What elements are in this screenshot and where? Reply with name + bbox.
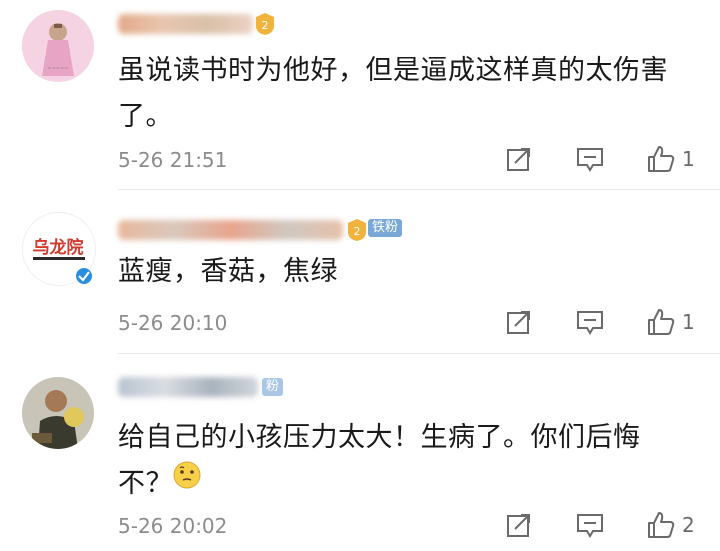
thinking-face-emoji-icon [173,461,201,489]
svg-text:2: 2 [262,19,269,32]
username-blurred[interactable] [118,14,253,34]
comment-time: 5-26 20:02 [118,514,228,538]
comment-item: 粉 给自己的小孩压力太大！生病了。你们后悔不？ 5-26 20:02 2 [0,355,720,551]
svg-text:~~~~~: ~~~~~ [48,66,69,72]
comment-icon [577,148,603,172]
svg-text:2: 2 [354,225,361,238]
like-count: 1 [682,310,695,334]
username-blurred[interactable] [118,377,258,397]
comment-icon [577,311,603,335]
reply-button[interactable] [576,147,604,173]
comment-text: 虽说读书时为他好，但是逼成这样真的太伤害了。 [118,55,668,132]
like-count: 1 [682,147,695,171]
share-button[interactable] [506,146,532,172]
fan-badge: 粉 [262,378,284,396]
level-badge-icon: 2 [256,13,274,35]
like-button[interactable]: 1 [646,307,695,337]
like-button[interactable]: 2 [646,510,695,540]
comment-item: 乌龙院 2 铁粉 蓝瘦，香菇，焦绿 5-26 20:10 1 [0,190,720,360]
share-icon [507,514,530,537]
reply-button[interactable] [576,310,604,336]
verified-icon [74,266,94,286]
share-icon [507,148,530,171]
avatar[interactable]: ~~~~~ [22,10,94,82]
divider [118,353,720,354]
share-button[interactable] [506,512,532,538]
fan-badge: 铁粉 [368,219,403,237]
comment-icon [577,514,603,538]
like-button[interactable]: 1 [646,144,695,174]
comment-text: 给自己的小孩压力太大！生病了。你们后悔不？ [118,422,641,499]
comment-text: 蓝瘦，香菇，焦绿 [118,256,338,287]
thumbs-up-icon [648,309,675,335]
share-button[interactable] [506,309,532,335]
thumbs-up-icon [648,512,675,538]
thumbs-up-icon [648,146,675,172]
avatar-brand-text: 乌龙院 [33,237,84,258]
reply-button[interactable] [576,513,604,539]
like-count: 2 [682,513,695,537]
comment-item: ~~~~~ 2 虽说读书时为他好，但是逼成这样真的太伤害了。 5-26 21:5… [0,0,720,190]
comment-time: 5-26 20:10 [118,311,228,335]
share-icon [507,311,530,334]
username-blurred[interactable] [118,220,343,240]
comment-time: 5-26 21:51 [118,148,228,172]
level-badge-icon: 2 [348,219,366,241]
avatar[interactable] [22,377,94,449]
